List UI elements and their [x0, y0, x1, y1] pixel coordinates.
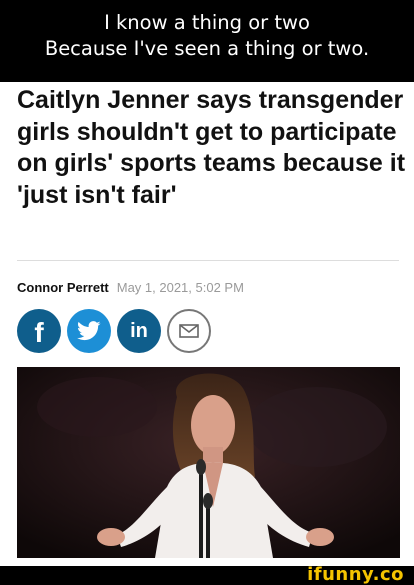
article-screenshot: Caitlyn Jenner says transgender girls sh… [0, 82, 414, 566]
article-photo [17, 367, 400, 558]
share-buttons: f in [17, 309, 211, 353]
twitter-bird-icon [77, 321, 101, 341]
email-share-button[interactable] [167, 309, 211, 353]
meme-caption: I know a thing or two Because I've seen … [0, 0, 414, 82]
article-headline: Caitlyn Jenner says transgender girls sh… [17, 86, 406, 209]
author-name[interactable]: Connor Perrett [17, 280, 109, 295]
divider [17, 260, 399, 261]
byline: Connor Perrett May 1, 2021, 5:02 PM [17, 278, 244, 296]
linkedin-icon: in [130, 320, 148, 342]
publish-date: May 1, 2021, 5:02 PM [116, 279, 244, 295]
caption-line-2: Because I've seen a thing or two. [44, 37, 370, 60]
caption-line-1: I know a thing or two [104, 11, 310, 34]
envelope-icon [179, 324, 199, 338]
facebook-icon: f [34, 317, 44, 348]
ifunny-watermark: ifunny.co [307, 564, 404, 585]
facebook-share-button[interactable]: f [17, 309, 61, 353]
linkedin-share-button[interactable]: in [117, 309, 161, 353]
twitter-share-button[interactable] [67, 309, 111, 353]
